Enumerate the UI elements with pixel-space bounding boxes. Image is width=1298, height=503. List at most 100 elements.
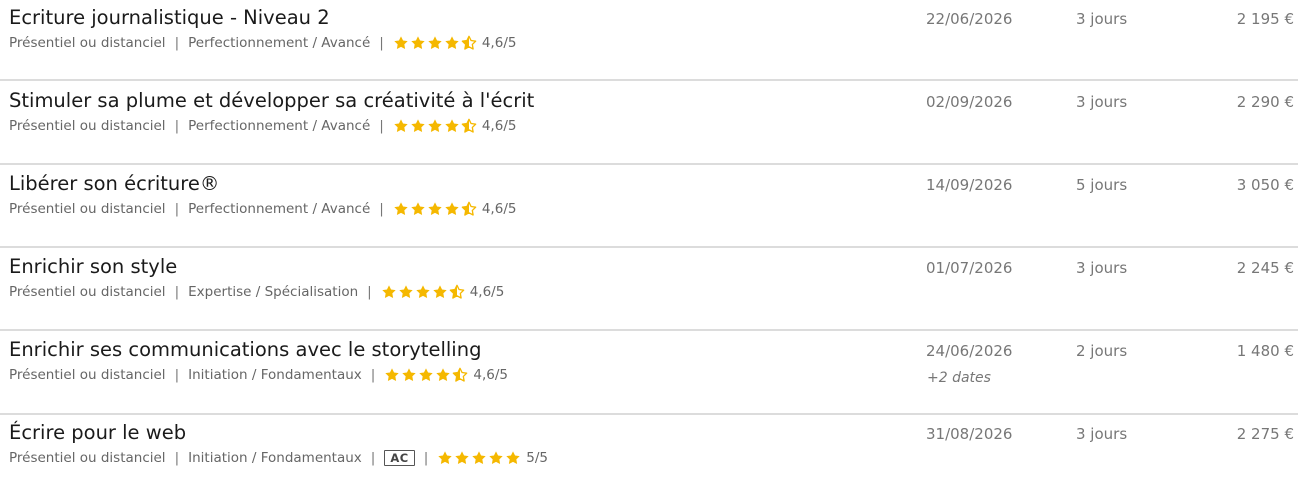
star-icon (411, 36, 425, 50)
rating-value: 4,6/5 (481, 118, 517, 134)
meta-separator: | (370, 367, 376, 383)
star-icon (382, 285, 396, 299)
row-divider (0, 163, 1298, 165)
certification-badge: AC (384, 450, 415, 466)
course-price: 2 290 € (1236, 93, 1294, 111)
star-icon (445, 119, 459, 133)
star-icon (455, 451, 469, 465)
course-level: Perfectionnement / Avancé (188, 35, 371, 51)
meta-separator: | (174, 118, 180, 134)
course-title-link[interactable]: Ecriture journalistique - Niveau 2 (9, 5, 330, 31)
star-icon (428, 202, 442, 216)
meta-separator: | (370, 450, 376, 466)
star-icon (433, 285, 447, 299)
row-divider (0, 246, 1298, 248)
meta-separator: | (423, 450, 429, 466)
meta-separator: | (174, 35, 180, 51)
star-icon (436, 368, 451, 382)
star-half-icon (453, 367, 468, 382)
course-row: Enrichir son style Présentiel ou distanci… (0, 254, 1298, 337)
meta-separator: | (174, 450, 180, 466)
course-title-link[interactable]: Écrire pour le web (9, 420, 186, 446)
course-level: Perfectionnement / Avancé (188, 118, 371, 134)
star-icon (489, 451, 503, 465)
star-icon (445, 36, 459, 50)
star-icon (411, 119, 425, 133)
rating-value: 4,6/5 (481, 35, 517, 51)
session-date: 02/09/2026 (926, 93, 1013, 111)
course-level: Perfectionnement / Avancé (188, 201, 371, 217)
star-icon (394, 202, 408, 216)
rating-value: 4,6/5 (481, 201, 517, 217)
star-half-icon (449, 284, 465, 299)
rating-stars (393, 118, 478, 134)
star-icon (419, 368, 434, 382)
row-divider (0, 79, 1298, 81)
course-row: Ecriture journalistique - Niveau 2 Présen… (0, 5, 1298, 88)
meta-separator: | (379, 201, 384, 217)
meta-separator: | (379, 35, 384, 51)
star-icon (416, 285, 430, 299)
course-duration: 3 jours (1076, 259, 1128, 277)
session-date: 01/07/2026 (926, 259, 1013, 277)
course-mode: Présentiel ou distanciel (9, 450, 166, 466)
star-icon (438, 451, 452, 465)
row-divider (0, 329, 1298, 331)
session-date: 24/06/2026 (926, 342, 1013, 360)
course-price: 2 195 € (1236, 10, 1294, 28)
course-price: 2 245 € (1236, 259, 1294, 277)
course-price: 2 275 € (1236, 425, 1294, 443)
star-icon (399, 285, 413, 299)
star-icon (506, 451, 520, 465)
course-price: 3 050 € (1236, 176, 1294, 194)
star-half-icon (461, 35, 477, 50)
course-duration: 2 jours (1076, 342, 1128, 360)
course-mode: Présentiel ou distanciel (9, 118, 166, 134)
star-icon (385, 368, 400, 382)
course-meta: Présentiel ou distanciel | Initiation / Fo… (9, 449, 548, 467)
course-mode: Présentiel ou distanciel (9, 367, 166, 383)
session-date: 31/08/2026 (926, 425, 1013, 443)
star-icon (472, 451, 486, 465)
course-level: Initiation / Fondamentaux (188, 450, 362, 466)
course-level: Initiation / Fondamentaux (188, 367, 362, 383)
rating-value: 4,6/5 (473, 367, 508, 383)
meta-separator: | (379, 118, 384, 134)
course-title-link[interactable]: Enrichir son style (9, 254, 177, 280)
star-half-icon (461, 118, 477, 133)
course-duration: 3 jours (1076, 425, 1128, 443)
star-icon (402, 368, 417, 382)
meta-separator: | (367, 284, 372, 300)
course-price: 1 480 € (1236, 342, 1294, 360)
course-row: Libérer son écriture® Présentiel ou dista… (0, 171, 1298, 254)
session-date: 22/06/2026 (926, 10, 1013, 28)
course-meta: Présentiel ou distanciel | Expertise / Spé… (9, 283, 504, 301)
course-meta: Présentiel ou distanciel | Perfectionnemen… (9, 200, 516, 218)
rating-stars (437, 450, 522, 466)
rating-value: 5/5 (526, 450, 548, 466)
more-dates-link[interactable]: +2 dates (927, 369, 991, 387)
rating-value: 4,6/5 (469, 284, 505, 300)
rating-stars (393, 35, 478, 51)
course-mode: Présentiel ou distanciel (9, 35, 166, 51)
course-title-link[interactable]: Stimuler sa plume et développer sa créat… (9, 88, 534, 114)
course-duration: 5 jours (1076, 176, 1128, 194)
course-title-link[interactable]: Enrichir ses communications avec le stor… (9, 337, 481, 363)
session-date: 14/09/2026 (926, 176, 1013, 194)
course-level: Expertise / Spécialisation (188, 284, 359, 300)
rating-stars (384, 367, 469, 383)
row-divider (0, 413, 1298, 415)
rating-stars (381, 284, 466, 300)
course-row: Écrire pour le web Présentiel ou distanci… (0, 420, 1298, 503)
course-meta: Présentiel ou distanciel | Initiation / Fo… (9, 366, 508, 384)
course-duration: 3 jours (1076, 93, 1128, 111)
course-title-link[interactable]: Libérer son écriture® (9, 171, 219, 197)
star-icon (428, 36, 442, 50)
star-icon (445, 202, 459, 216)
course-mode: Présentiel ou distanciel (9, 284, 166, 300)
course-meta: Présentiel ou distanciel | Perfectionnemen… (9, 34, 516, 52)
star-icon (428, 119, 442, 133)
meta-separator: | (174, 284, 180, 300)
star-icon (411, 202, 425, 216)
meta-separator: | (174, 367, 180, 383)
